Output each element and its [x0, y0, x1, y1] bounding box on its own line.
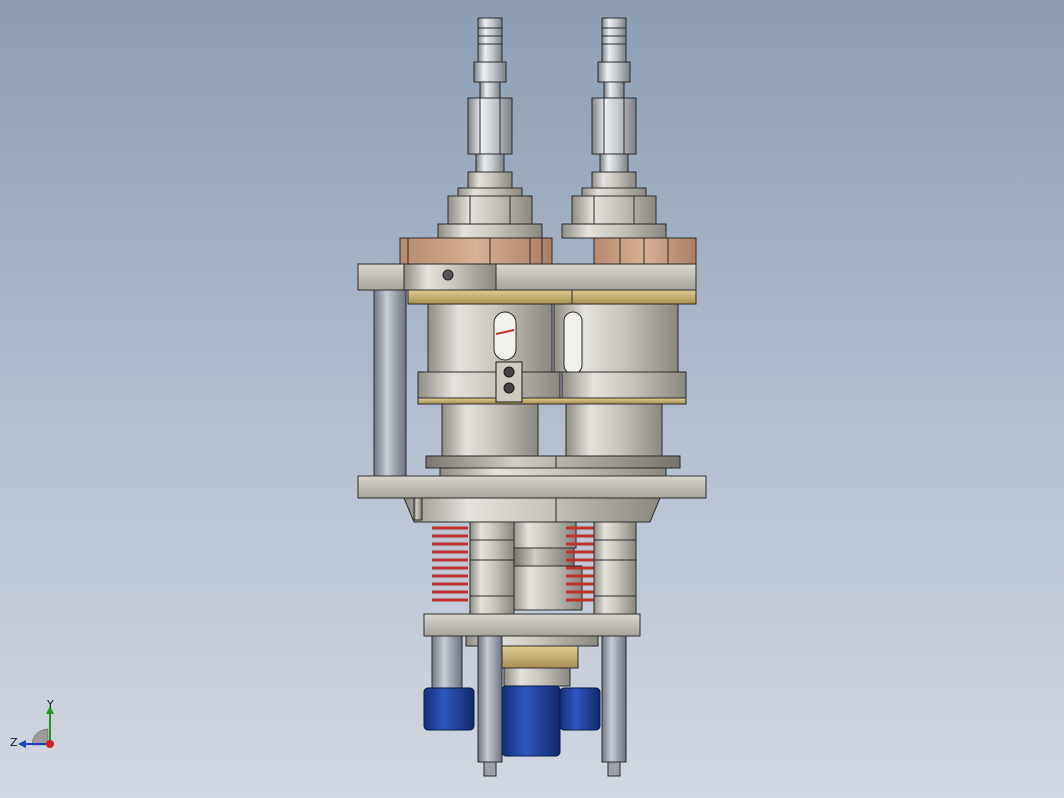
coordinate-triad: Y Z [10, 698, 54, 749]
middle-base-plate[interactable] [357, 475, 707, 499]
left-spring [432, 526, 468, 602]
z-axis-label: Z [10, 736, 18, 749]
left-cylinder-body[interactable] [427, 303, 553, 373]
y-axis-label: Y [46, 698, 54, 711]
right-guide-bushing[interactable] [593, 521, 637, 615]
3d-viewport[interactable]: Y Z [0, 0, 1064, 798]
left-cylinder-cap[interactable] [437, 223, 543, 239]
left-mid-ring [417, 371, 561, 399]
bottom-plate[interactable] [423, 613, 641, 637]
set-screw-icon [442, 269, 454, 281]
base-plate-flange [403, 497, 661, 523]
bronze-clamp-blocks[interactable] [399, 237, 697, 265]
right-blue-cap[interactable] [559, 687, 601, 731]
right-cylinder-cap[interactable] [561, 223, 667, 239]
left-air-fitting[interactable] [447, 17, 533, 225]
right-lower-barrel [565, 403, 663, 457]
right-air-fitting[interactable] [571, 17, 657, 225]
right-cylinder-body[interactable] [553, 303, 679, 375]
right-mid-ring [561, 371, 687, 399]
left-lower-barrel [441, 403, 539, 457]
ejector-pin-left[interactable] [477, 635, 503, 763]
x-axis-origin-icon [46, 740, 54, 748]
left-blue-cap[interactable] [423, 687, 475, 731]
center-blue-cap[interactable] [501, 685, 561, 757]
left-guide-bushing[interactable] [469, 521, 515, 615]
sensor-clamp[interactable] [495, 361, 523, 403]
center-piston [511, 565, 583, 611]
upper-brass-ring [407, 289, 697, 305]
left-lower-rod[interactable] [431, 635, 463, 689]
left-guide-rod[interactable] [373, 281, 407, 479]
assembly-model[interactable] [0, 0, 1064, 798]
ejector-pin-right[interactable] [601, 635, 627, 763]
